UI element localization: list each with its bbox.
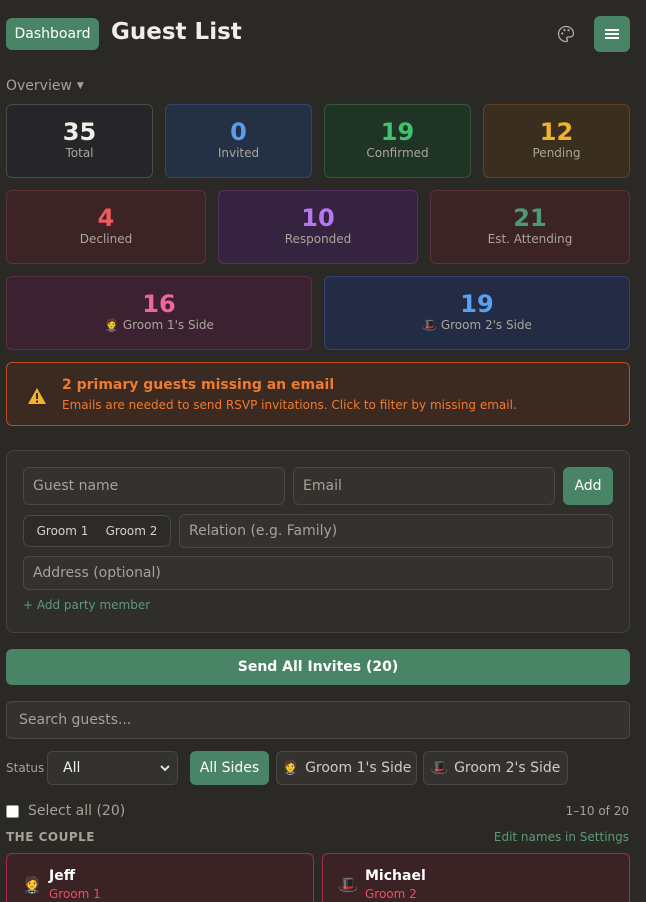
stat-value: 4: [97, 204, 115, 232]
stat-groom2-side[interactable]: 19 🎩 Groom 2's Side: [324, 276, 630, 350]
stat-confirmed[interactable]: 19 Confirmed: [324, 104, 471, 178]
groom-suit-icon: 🤵: [104, 318, 119, 332]
stat-label: Responded: [284, 232, 352, 246]
hamburger-menu-icon: [605, 29, 619, 39]
add-guest-form: Guest name Email Add Groom 1 Groom 2 Rel…: [6, 450, 630, 633]
alert-title: 2 primary guests missing an email: [62, 377, 335, 393]
stat-label: Groom 1's Side: [122, 318, 214, 332]
groom-suit-icon: 🤵: [281, 760, 300, 776]
stat-label: Groom 2's Side: [440, 318, 532, 332]
add-guest-button[interactable]: Add: [563, 467, 613, 505]
stat-value: 19: [460, 290, 494, 318]
filter-groom2-side[interactable]: 🎩 Groom 2's Side: [423, 751, 568, 785]
relation-input[interactable]: Relation (e.g. Family): [179, 514, 613, 548]
email-input[interactable]: Email: [293, 467, 555, 505]
stat-total[interactable]: 35 Total: [6, 104, 153, 178]
page-title: Guest List: [111, 19, 242, 45]
couple-card-groom1[interactable]: 🤵 Jeff Groom 1: [6, 853, 314, 902]
stat-invited[interactable]: 0 Invited: [165, 104, 312, 178]
top-hat-icon: 🎩: [338, 875, 358, 894]
overview-toggle[interactable]: Overview ▼: [6, 78, 84, 94]
missing-email-alert[interactable]: 2 primary guests missing an email Emails…: [6, 362, 630, 426]
stat-value: 12: [539, 118, 574, 146]
stat-pending[interactable]: 12 Pending: [483, 104, 630, 178]
alert-message: Emails are needed to send RSVP invitatio…: [62, 398, 517, 412]
stat-groom1-side[interactable]: 16 🤵 Groom 1's Side: [6, 276, 312, 350]
palette-icon[interactable]: [557, 25, 575, 43]
status-filter-label: Status: [6, 761, 45, 775]
status-filter-value: All: [63, 760, 81, 776]
stat-value: 0: [230, 118, 247, 146]
select-all[interactable]: Select all (20): [6, 803, 125, 819]
couple-name: Michael: [365, 868, 426, 884]
groom-suit-icon: 🤵: [22, 875, 42, 894]
stat-value: 35: [62, 118, 97, 146]
side-option-groom2[interactable]: Groom 2: [106, 524, 158, 538]
dashboard-button[interactable]: Dashboard: [6, 18, 99, 50]
select-all-checkbox[interactable]: [6, 804, 19, 818]
chip-label: Groom 1's Side: [305, 760, 412, 776]
status-filter-select[interactable]: All: [47, 751, 178, 785]
top-hat-icon: 🎩: [422, 318, 437, 332]
couple-side: Groom 1: [49, 887, 101, 901]
stat-label-row: 🎩 Groom 2's Side: [325, 318, 629, 332]
address-input[interactable]: Address (optional): [23, 556, 613, 590]
stat-label: Total: [65, 146, 94, 160]
top-bar: Dashboard Guest List: [6, 16, 630, 52]
menu-button[interactable]: [594, 16, 630, 52]
add-party-member-link[interactable]: + Add party member: [23, 598, 150, 612]
filter-all-sides[interactable]: All Sides: [190, 751, 269, 785]
couple-side: Groom 2: [365, 887, 417, 901]
stat-est-attending[interactable]: 21 Est. Attending: [430, 190, 630, 264]
stat-value: 21: [513, 204, 547, 232]
warning-icon: [28, 388, 46, 404]
side-selector: Groom 1 Groom 2: [23, 515, 171, 547]
chip-label: Groom 2's Side: [454, 760, 561, 776]
filter-groom1-side[interactable]: 🤵 Groom 1's Side: [276, 751, 417, 785]
stat-value: 16: [142, 290, 176, 318]
stat-responded[interactable]: 10 Responded: [218, 190, 418, 264]
caret-down-icon: ▼: [76, 81, 84, 91]
search-guests-input[interactable]: Search guests...: [6, 701, 630, 739]
top-hat-icon: 🎩: [430, 760, 449, 776]
stat-value: 10: [301, 204, 335, 232]
stat-label-row: 🤵 Groom 1's Side: [7, 318, 311, 332]
stat-label: Pending: [532, 146, 581, 160]
edit-names-link[interactable]: Edit names in Settings: [494, 830, 629, 844]
pagination-range: 1–10 of 20: [565, 804, 629, 818]
chip-label: All Sides: [199, 760, 260, 776]
stat-label: Declined: [79, 232, 133, 246]
stat-label: Est. Attending: [487, 232, 573, 246]
chevron-down-icon: [160, 765, 170, 772]
stat-declined[interactable]: 4 Declined: [6, 190, 206, 264]
stat-label: Confirmed: [366, 146, 429, 160]
stat-label: Invited: [217, 146, 260, 160]
stat-value: 19: [380, 118, 415, 146]
select-all-label: Select all (20): [28, 803, 126, 819]
guest-name-input[interactable]: Guest name: [23, 467, 285, 505]
couple-section-header: THE COUPLE: [6, 830, 95, 844]
couple-card-groom2[interactable]: 🎩 Michael Groom 2: [322, 853, 630, 902]
send-all-invites-button[interactable]: Send All Invites (20): [6, 649, 630, 685]
side-option-groom1[interactable]: Groom 1: [37, 524, 89, 538]
couple-name: Jeff: [49, 868, 76, 884]
overview-label: Overview: [6, 78, 72, 94]
